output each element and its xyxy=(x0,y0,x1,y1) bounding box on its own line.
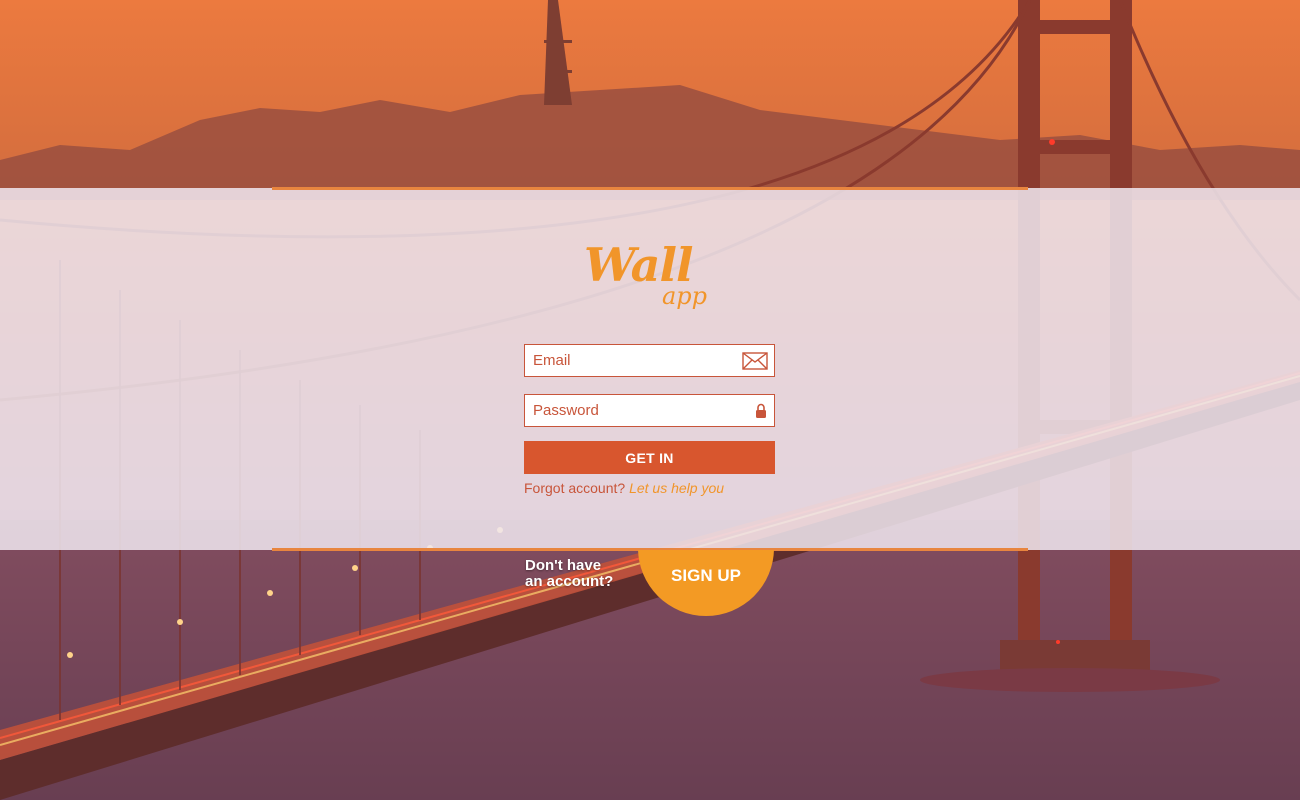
password-input[interactable] xyxy=(525,395,733,426)
sign-up-label: SIGN UP xyxy=(671,566,741,585)
logo-sub-text: app xyxy=(662,282,708,310)
email-field[interactable] xyxy=(524,344,775,377)
panel-top-accent xyxy=(272,187,1028,190)
get-in-button[interactable]: GET IN xyxy=(524,441,775,474)
password-field[interactable] xyxy=(524,394,775,427)
forgot-text: Forgot account? xyxy=(524,480,626,496)
signup-prompt: Don't have an account? xyxy=(525,558,635,590)
signup-prompt-line2: an account? xyxy=(525,573,614,590)
envelope-icon xyxy=(742,352,768,375)
help-link[interactable]: Let us help you xyxy=(629,480,724,496)
forgot-account: Forgot account? Let us help you xyxy=(524,480,724,496)
app-logo: Wall app xyxy=(582,238,722,318)
signup-prompt-line1: Don't have xyxy=(525,557,602,574)
email-input[interactable] xyxy=(525,345,733,376)
lock-icon xyxy=(755,403,767,424)
